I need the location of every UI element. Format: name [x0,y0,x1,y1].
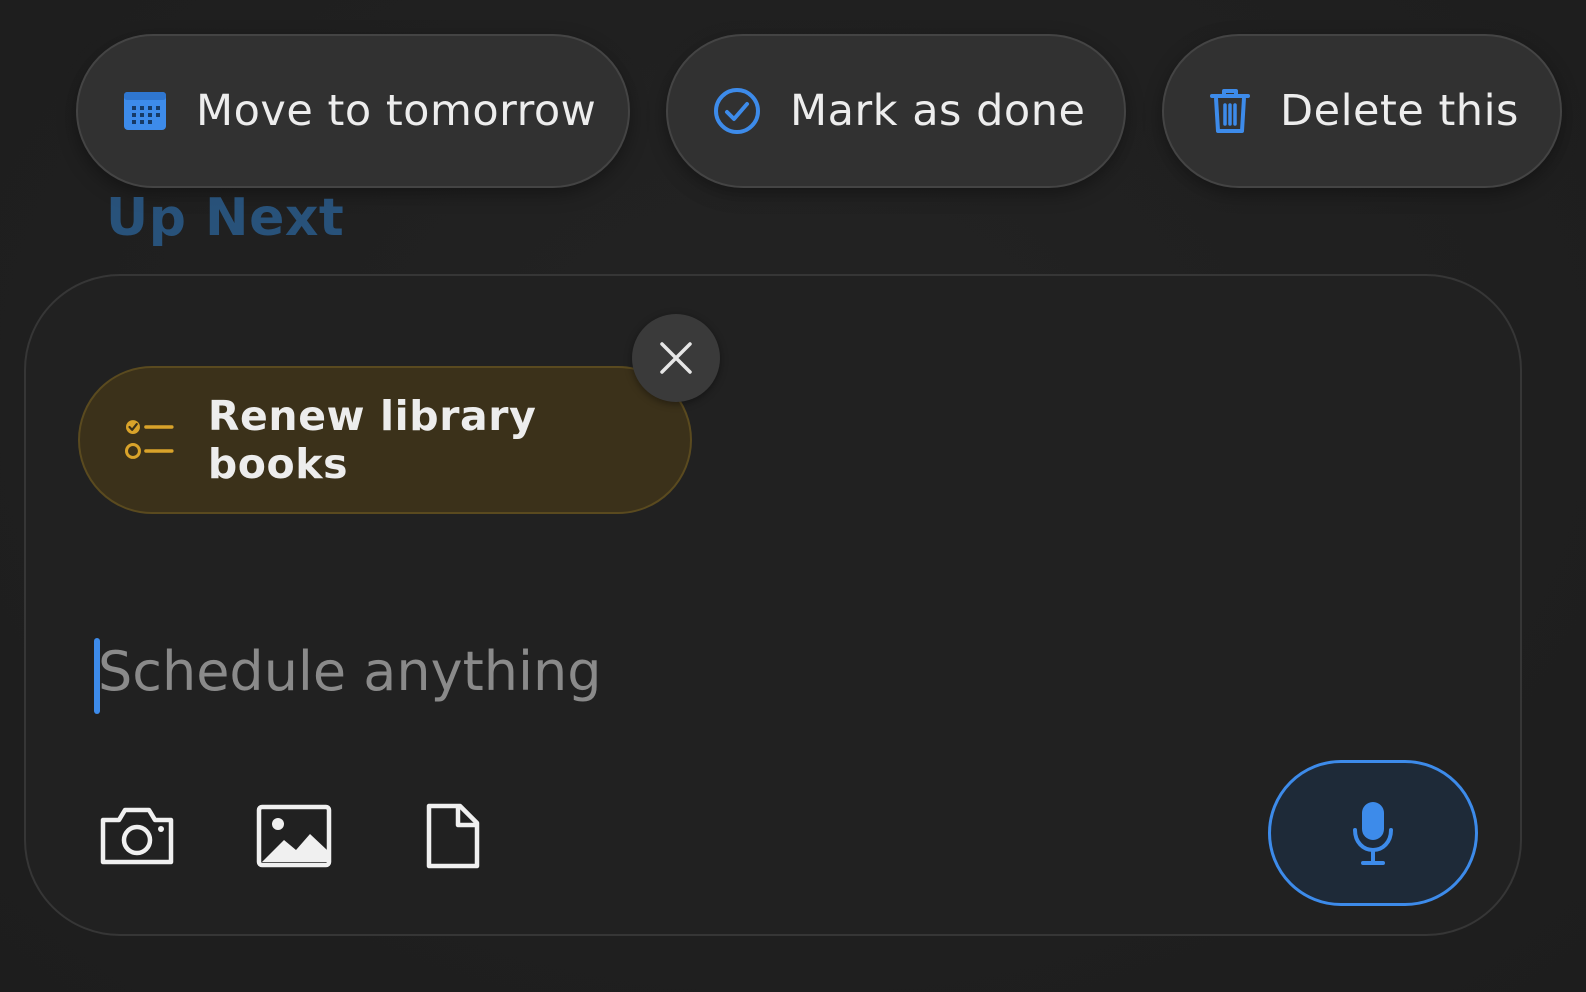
file-button[interactable] [418,796,488,876]
mark-as-done-label: Mark as done [790,86,1086,136]
close-icon [660,342,692,374]
task-chip-label: Renew library books [207,392,537,488]
calendar-icon [124,92,166,130]
remove-chip-button[interactable] [632,314,720,402]
schedule-input[interactable] [94,628,1298,714]
camera-icon [100,807,174,865]
quick-actions: Move to tomorrow Mark as done Delete thi… [76,34,1586,188]
delete-this-button[interactable]: Delete this [1162,34,1562,188]
microphone-icon [1353,802,1393,865]
mark-as-done-button[interactable]: Mark as done [666,34,1126,188]
delete-this-label: Delete this [1280,86,1519,136]
image-icon [256,804,332,868]
move-to-tomorrow-button[interactable]: Move to tomorrow [76,34,630,188]
image-button[interactable] [254,796,334,876]
section-title: Up Next [106,188,345,248]
trash-icon [1210,89,1250,133]
file-icon [426,803,480,869]
composer-card: Renew library books [24,274,1522,936]
task-chip[interactable]: Renew library books [78,366,692,514]
move-to-tomorrow-label: Move to tomorrow [196,86,597,136]
voice-input-button[interactable] [1268,760,1478,906]
app-screen: Move to tomorrow Mark as done Delete thi… [0,0,1586,992]
checklist-icon [124,420,174,459]
camera-button[interactable] [92,796,182,876]
check-circle-icon [714,88,760,134]
